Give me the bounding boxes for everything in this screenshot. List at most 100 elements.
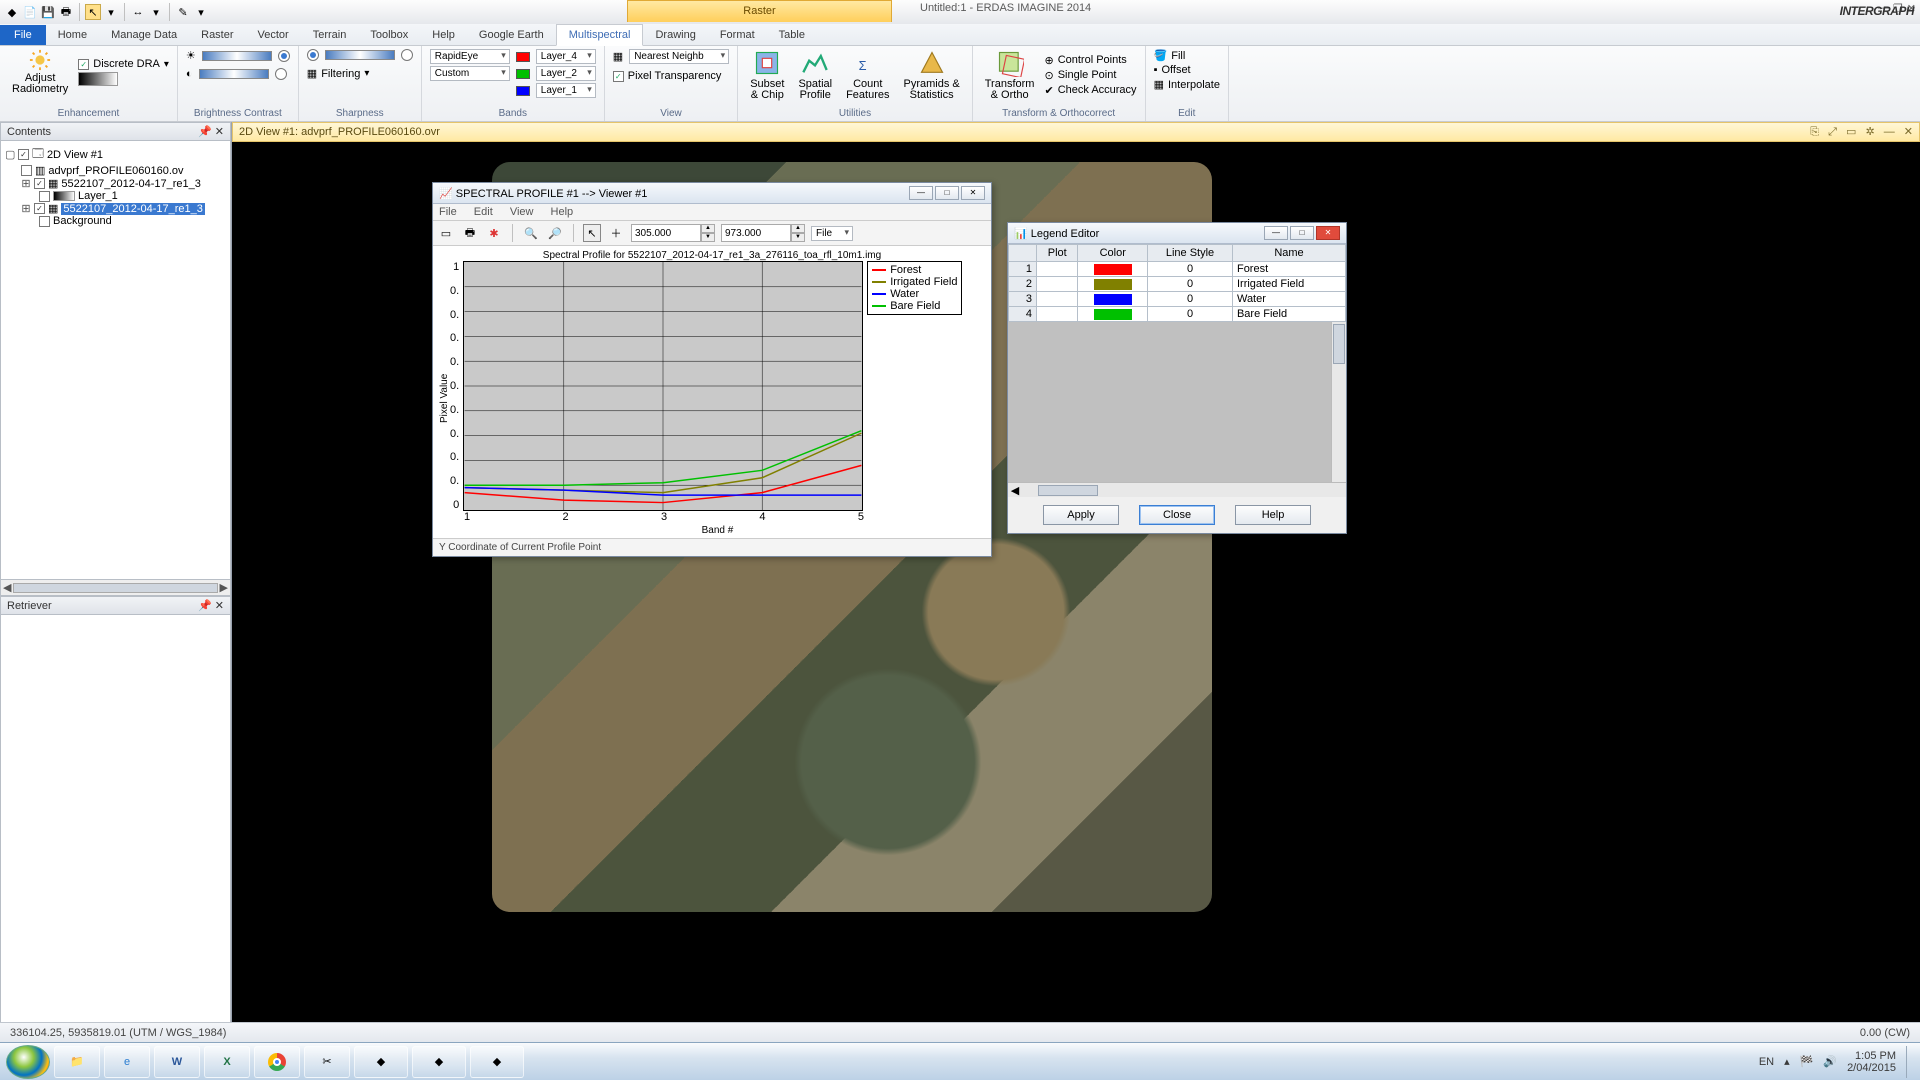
subset-chip-button[interactable]: Subset & Chip bbox=[746, 49, 788, 101]
win-maximize-button[interactable]: □ bbox=[935, 186, 959, 200]
contents-hscroll[interactable]: ◀▶ bbox=[0, 580, 231, 596]
transform-ortho-button[interactable]: Transform & Ortho bbox=[981, 49, 1039, 101]
show-desktop-button[interactable] bbox=[1906, 1046, 1914, 1078]
spin-down-icon[interactable]: ▼ bbox=[791, 233, 805, 242]
help-button[interactable]: Help bbox=[1235, 505, 1311, 525]
tab-help[interactable]: Help bbox=[420, 25, 467, 45]
col-color[interactable]: Color bbox=[1078, 245, 1148, 262]
tray-chevron-icon[interactable]: ▴ bbox=[1784, 1055, 1790, 1068]
viewer-close-icon[interactable]: ✕ bbox=[1904, 126, 1913, 138]
zoom-in-icon[interactable]: 🔍 bbox=[522, 224, 540, 242]
flag-icon[interactable]: 🏁 bbox=[1800, 1055, 1814, 1068]
win-close-button[interactable]: ✕ bbox=[1316, 226, 1340, 240]
erdas-taskbar-icon[interactable]: ◆ bbox=[354, 1046, 408, 1078]
brightness-radio[interactable] bbox=[278, 50, 290, 62]
menu-view[interactable]: View bbox=[510, 206, 534, 218]
green-band-dropdown[interactable]: Layer_2 bbox=[536, 66, 596, 81]
tree-file-1[interactable]: ▥advprf_PROFILE060160.ov bbox=[3, 164, 228, 177]
tree-file-2[interactable]: ⊞✓▦5522107_2012-04-17_re1_3 bbox=[3, 177, 228, 190]
start-button[interactable] bbox=[6, 1045, 50, 1079]
tab-manage-data[interactable]: Manage Data bbox=[99, 25, 189, 45]
check-accuracy-button[interactable]: ✔Check Accuracy bbox=[1044, 84, 1136, 97]
measure-icon[interactable]: ↔ bbox=[130, 4, 146, 20]
snipping-taskbar-icon[interactable]: ✂ bbox=[304, 1046, 350, 1078]
tree-layer-1[interactable]: Layer_1 bbox=[3, 190, 228, 202]
viewer-min-icon[interactable]: — bbox=[1884, 126, 1895, 138]
target-icon[interactable]: ✱ bbox=[485, 224, 503, 242]
close-panel-icon[interactable]: ✕ bbox=[215, 600, 224, 612]
erdas-taskbar-icon-3[interactable]: ◆ bbox=[470, 1046, 524, 1078]
spin-up-icon[interactable]: ▲ bbox=[701, 224, 715, 233]
pin-icon[interactable]: 📌 bbox=[198, 126, 212, 138]
volume-icon[interactable]: 🔊 bbox=[1823, 1055, 1837, 1068]
spin-up-icon[interactable]: ▲ bbox=[791, 224, 805, 233]
spin-down-icon[interactable]: ▼ bbox=[701, 233, 715, 242]
pointer-tool[interactable]: ↖ bbox=[583, 224, 601, 242]
red-band-dropdown[interactable]: Layer_4 bbox=[536, 49, 596, 64]
tab-terrain[interactable]: Terrain bbox=[301, 25, 359, 45]
x1-input[interactable] bbox=[631, 224, 701, 242]
menu-file[interactable]: File bbox=[439, 206, 457, 218]
brightness-slider[interactable] bbox=[202, 51, 272, 61]
viewer-tool-icon[interactable]: ▭ bbox=[1846, 126, 1856, 138]
ie-taskbar-icon[interactable]: e bbox=[104, 1046, 150, 1078]
dropdown-icon[interactable]: ▾ bbox=[103, 4, 119, 20]
col-linestyle[interactable]: Line Style bbox=[1148, 245, 1233, 262]
tab-table[interactable]: Table bbox=[767, 25, 817, 45]
tab-raster[interactable]: Raster bbox=[189, 25, 245, 45]
win-maximize-button[interactable]: □ bbox=[1290, 226, 1314, 240]
single-point-button[interactable]: ⊙Single Point bbox=[1044, 69, 1136, 82]
explorer-taskbar-icon[interactable]: 📁 bbox=[54, 1046, 100, 1078]
legend-row[interactable]: 20Irrigated Field bbox=[1009, 277, 1346, 292]
pyramids-stats-button[interactable]: Pyramids & Statistics bbox=[900, 49, 964, 101]
legend-row[interactable]: 30Water bbox=[1009, 292, 1346, 307]
legend-row[interactable]: 40Bare Field bbox=[1009, 307, 1346, 322]
new-icon[interactable]: ▭ bbox=[437, 224, 455, 242]
close-panel-icon[interactable]: ✕ bbox=[215, 126, 224, 138]
fill-button[interactable]: 🪣Fill bbox=[1154, 49, 1220, 62]
win-minimize-button[interactable]: — bbox=[909, 186, 933, 200]
tab-home[interactable]: Home bbox=[46, 25, 99, 45]
resample-dropdown[interactable]: Nearest Neighb bbox=[629, 49, 729, 64]
tab-multispectral[interactable]: Multispectral bbox=[556, 24, 644, 46]
viewer-tool-icon[interactable]: ⎘ bbox=[1810, 126, 1819, 138]
viewer-canvas[interactable]: 📈 SPECTRAL PROFILE #1 --> Viewer #1 —□✕ … bbox=[232, 142, 1920, 1054]
sensor-dropdown[interactable]: RapidEye bbox=[430, 49, 510, 64]
win-minimize-button[interactable]: — bbox=[1264, 226, 1288, 240]
print-icon[interactable]: 🖶 bbox=[461, 224, 479, 242]
pin-icon[interactable]: 📌 bbox=[198, 600, 212, 612]
interpolate-button[interactable]: ▦Interpolate bbox=[1154, 78, 1220, 91]
contrast-slider[interactable] bbox=[199, 69, 269, 79]
x1-spinner[interactable]: ▲▼ bbox=[631, 224, 715, 242]
tree-file-3[interactable]: ⊞✓▦5522107_2012-04-17_re1_3 bbox=[3, 202, 228, 215]
brush-icon[interactable]: ✎ bbox=[175, 4, 191, 20]
close-button[interactable]: Close bbox=[1139, 505, 1215, 525]
spatial-profile-button[interactable]: Spatial Profile bbox=[794, 49, 836, 101]
sharpness-radio[interactable] bbox=[307, 49, 319, 61]
tree-background[interactable]: Background bbox=[3, 215, 228, 227]
tab-google-earth[interactable]: Google Earth bbox=[467, 25, 556, 45]
file-dropdown[interactable]: File bbox=[811, 226, 853, 241]
sharpness-radio-2[interactable] bbox=[401, 49, 413, 61]
discrete-dra-checkbox[interactable]: ✓Discrete DRA ▾ bbox=[78, 58, 169, 70]
context-tab-raster[interactable]: Raster bbox=[627, 0, 892, 22]
pixel-transparency-checkbox[interactable]: ✓Pixel Transparency bbox=[613, 70, 729, 82]
select-tool-icon[interactable]: ↖ bbox=[85, 4, 101, 20]
word-taskbar-icon[interactable]: W bbox=[154, 1046, 200, 1078]
x2-input[interactable] bbox=[721, 224, 791, 242]
dropdown-icon[interactable]: ▾ bbox=[193, 4, 209, 20]
count-features-button[interactable]: ΣCount Features bbox=[842, 49, 893, 101]
win-close-button[interactable]: ✕ bbox=[961, 186, 985, 200]
erdas-taskbar-icon-2[interactable]: ◆ bbox=[412, 1046, 466, 1078]
gradient-icon[interactable] bbox=[78, 72, 118, 86]
col-name[interactable]: Name bbox=[1232, 245, 1345, 262]
tab-format[interactable]: Format bbox=[708, 25, 767, 45]
filtering-dropdown[interactable]: ▦Filtering ▾ bbox=[307, 67, 413, 80]
sharpness-slider[interactable] bbox=[325, 50, 395, 60]
language-indicator[interactable]: EN bbox=[1759, 1056, 1774, 1068]
legend-row[interactable]: 10Forest bbox=[1009, 262, 1346, 277]
x2-spinner[interactable]: ▲▼ bbox=[721, 224, 805, 242]
viewer-settings-icon[interactable]: ✲ bbox=[1865, 126, 1874, 138]
vertical-scrollbar[interactable] bbox=[1331, 322, 1346, 482]
menu-help[interactable]: Help bbox=[551, 206, 574, 218]
